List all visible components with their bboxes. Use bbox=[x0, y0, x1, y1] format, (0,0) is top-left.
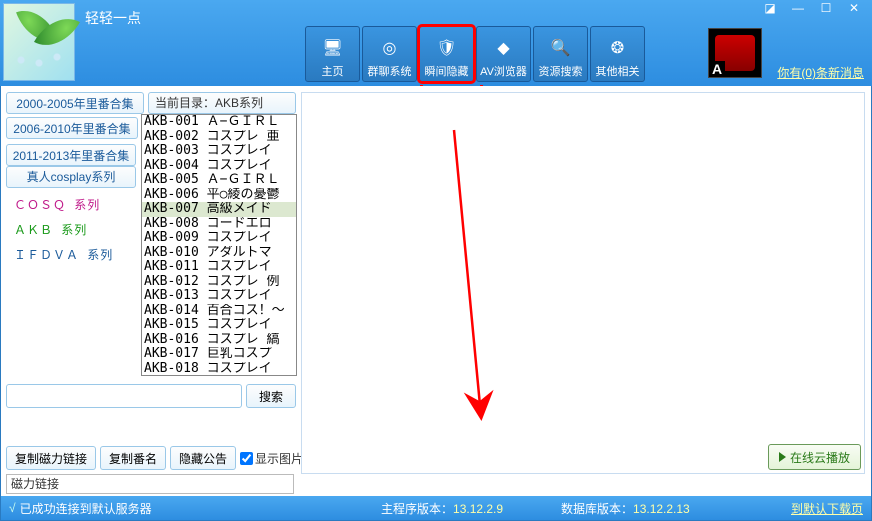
list-item[interactable]: AKB-005 Ａ−ＧＩＲＬ bbox=[142, 173, 296, 188]
side-tabs: 2011-2013年里番合集 真人cosplay系列 ＣＯＳＱ 系列ＡＫＢ 系列… bbox=[6, 144, 136, 267]
series-listbox[interactable]: AKB-001 Ａ−ＧＩＲＬAKB-002 コスプレ 亜AKB-003 コスプレ… bbox=[141, 114, 297, 376]
titlebar: 轻轻一点 ◪ — ☐ ✕ 🖥主页◎群聊系统🛡瞬间隐藏◆AV浏览器🔍资源搜索❂其他… bbox=[0, 0, 872, 86]
cloud-play-label: 在线云播放 bbox=[790, 449, 850, 466]
toolbar-search-button[interactable]: 🔍资源搜索 bbox=[533, 26, 588, 82]
show-image-label: 显示图片 bbox=[255, 450, 303, 467]
list-item[interactable]: AKB-013 コスプレイ bbox=[142, 289, 296, 304]
copy-title-button[interactable]: 复制番名 bbox=[100, 446, 166, 470]
statusbar: √ 已成功连接到默认服务器 主程序版本：13.12.2.9 数据库版本：13.1… bbox=[1, 496, 871, 520]
toolbar-chat-button[interactable]: ◎群聊系统 bbox=[362, 26, 417, 82]
list-item[interactable]: AKB-011 コスプレイ bbox=[142, 260, 296, 275]
year-tab-2000-2005[interactable]: 2000-2005年里番合集 bbox=[6, 92, 144, 114]
side-link[interactable]: ＣＯＳＱ 系列 bbox=[6, 192, 136, 217]
av-icon: ◆ bbox=[489, 33, 519, 63]
cloud-play-button[interactable]: 在线云播放 bbox=[768, 444, 861, 470]
close-button[interactable]: ✕ bbox=[840, 0, 868, 18]
toolbar-av-button[interactable]: ◆AV浏览器 bbox=[476, 26, 531, 82]
search-button[interactable]: 搜索 bbox=[246, 384, 296, 408]
status-db-version: 数据库版本：13.12.2.13 bbox=[561, 500, 690, 517]
list-item[interactable]: AKB-010 アダルトマ bbox=[142, 246, 296, 261]
list-item[interactable]: AKB-008 コードエロ bbox=[142, 217, 296, 232]
list-item[interactable]: AKB-004 コスプレイ bbox=[142, 159, 296, 174]
list-item[interactable]: AKB-018 コスプレイ bbox=[142, 362, 296, 377]
window-controls: ◪ — ☐ ✕ bbox=[756, 0, 868, 18]
list-item[interactable]: AKB-014 百合コス！～ bbox=[142, 304, 296, 319]
messages-link[interactable]: 你有(0)条新消息 bbox=[777, 64, 864, 81]
copy-magnet-button[interactable]: 复制磁力链接 bbox=[6, 446, 96, 470]
year-tab-2006-2010[interactable]: 2006-2010年里番合集 bbox=[6, 117, 138, 139]
toolbar-home-button[interactable]: 🖥主页 bbox=[305, 26, 360, 82]
list-item[interactable]: AKB-012 コスプレ 例 bbox=[142, 275, 296, 290]
chat-icon: ◎ bbox=[375, 33, 405, 63]
list-item[interactable]: AKB-015 コスプレイ bbox=[142, 318, 296, 333]
body: 2000-2005年里番合集 当前目录：AKB系列 2006-2010年里番合集… bbox=[0, 86, 872, 521]
toolbar-label: 群聊系统 bbox=[368, 63, 412, 79]
other-icon: ❂ bbox=[603, 33, 633, 63]
content-area bbox=[301, 92, 865, 474]
status-main-version: 主程序版本：13.12.2.9 bbox=[381, 500, 503, 517]
list-item[interactable]: AKB-017 巨乳コスプ bbox=[142, 347, 296, 362]
app-logo bbox=[3, 3, 75, 81]
show-image-checkbox[interactable] bbox=[240, 452, 253, 465]
list-item[interactable]: AKB-002 コスプレ 亜 bbox=[142, 130, 296, 145]
check-icon: √ bbox=[9, 501, 16, 515]
home-icon: 🖥 bbox=[318, 33, 348, 63]
list-item[interactable]: AKB-016 コスプレ 縞 bbox=[142, 333, 296, 348]
list-item[interactable]: AKB-006 平○綾の憂鬱 bbox=[142, 188, 296, 203]
list-item[interactable]: AKB-003 コスプレイ bbox=[142, 144, 296, 159]
main-toolbar: 🖥主页◎群聊系统🛡瞬间隐藏◆AV浏览器🔍资源搜索❂其他相关 bbox=[305, 26, 645, 82]
toolbar-label: AV浏览器 bbox=[480, 63, 527, 79]
brand-logo[interactable] bbox=[708, 28, 762, 78]
hide-notice-button[interactable]: 隐藏公告 bbox=[170, 446, 236, 470]
skin-button[interactable]: ◪ bbox=[756, 0, 784, 18]
minimize-button[interactable]: — bbox=[784, 0, 812, 18]
toolbar-label: 主页 bbox=[322, 63, 344, 79]
list-item[interactable]: AKB-009 コスプレイ bbox=[142, 231, 296, 246]
download-page-link[interactable]: 到默认下载页 bbox=[791, 500, 863, 517]
search-input[interactable] bbox=[6, 384, 242, 408]
side-link[interactable]: ＡＫＢ 系列 bbox=[6, 217, 136, 242]
magnet-link-field[interactable]: 磁力链接 bbox=[6, 474, 294, 494]
list-item[interactable]: AKB-007 高級メイド bbox=[142, 202, 296, 217]
side-tab-cosplay[interactable]: 真人cosplay系列 bbox=[6, 166, 136, 188]
toolbar-hide-button[interactable]: 🛡瞬间隐藏 bbox=[419, 26, 474, 82]
toolbar-other-button[interactable]: ❂其他相关 bbox=[590, 26, 645, 82]
search-icon: 🔍 bbox=[546, 33, 576, 63]
app-title: 轻轻一点 bbox=[85, 8, 141, 28]
year-tab-2011-2013[interactable]: 2011-2013年里番合集 bbox=[6, 144, 136, 166]
toolbar-label: 其他相关 bbox=[596, 63, 640, 79]
current-dir-label: 当前目录：AKB系列 bbox=[148, 92, 296, 114]
hide-icon: 🛡 bbox=[432, 33, 462, 63]
play-icon bbox=[779, 452, 786, 462]
toolbar-label: 瞬间隐藏 bbox=[425, 63, 469, 79]
status-connected: 已成功连接到默认服务器 bbox=[20, 500, 152, 517]
list-item[interactable]: AKB-001 Ａ−ＧＩＲＬ bbox=[142, 115, 296, 130]
side-link[interactable]: ＩＦＤＶＡ 系列 bbox=[6, 242, 136, 267]
maximize-button[interactable]: ☐ bbox=[812, 0, 840, 18]
show-image-checkbox-wrap[interactable]: 显示图片 bbox=[240, 450, 303, 467]
toolbar-label: 资源搜索 bbox=[539, 63, 583, 79]
